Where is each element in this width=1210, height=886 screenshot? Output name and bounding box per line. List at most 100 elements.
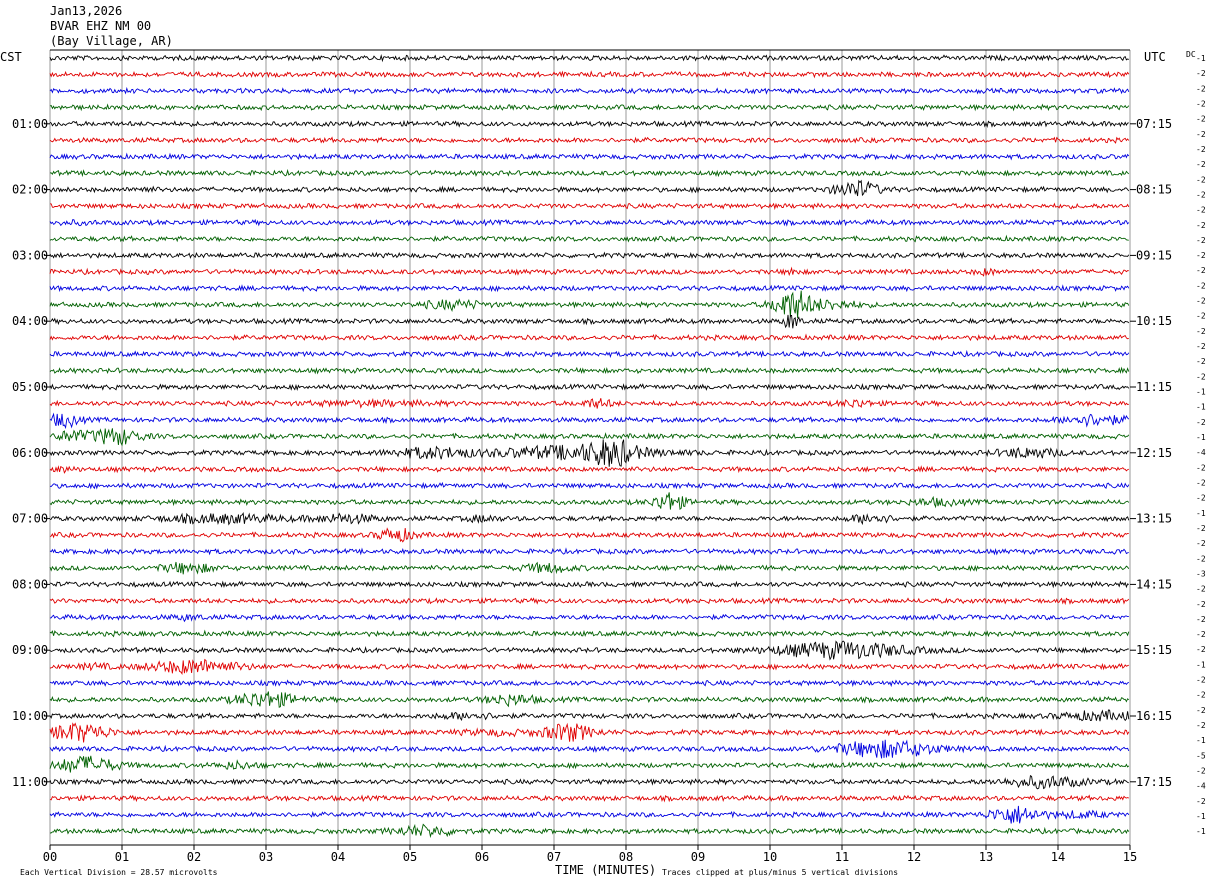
cst-hour-labels: 01:00 02:00 03:00 04:00 05:00 06:00 07:00 08:00… — [12, 117, 50, 789]
cst-hour-label: 05:00 — [12, 380, 48, 394]
dc-offset-label: -2 — [1196, 585, 1206, 594]
cst-hour-label: 04:00 — [12, 314, 48, 328]
dc-offset-label: -2 — [1196, 251, 1206, 260]
utc-hour-label: 14:15 — [1136, 577, 1172, 591]
trace-line — [49, 366, 1130, 375]
dc-offset-label: -2 — [1196, 554, 1206, 563]
utc-hour-label: 09:15 — [1136, 248, 1172, 262]
dc-offset-label: -2 — [1196, 494, 1206, 503]
trace-line — [49, 314, 1130, 329]
trace-line — [49, 218, 1130, 227]
trace-line — [49, 439, 1129, 467]
x-tick-label: 08 — [619, 850, 633, 864]
cst-hour-label: 08:00 — [12, 577, 48, 591]
dc-offset-label: -2 — [1196, 372, 1206, 381]
dc-offset-label: -2 — [1196, 160, 1206, 169]
trace-line — [49, 481, 1130, 490]
x-tick-label: 01 — [115, 850, 129, 864]
dc-offset-label: -2 — [1196, 69, 1206, 78]
dc-offset-label: -2 — [1196, 99, 1206, 108]
dc-offset-label: -2 — [1196, 297, 1206, 306]
dc-offset-label: -2 — [1196, 236, 1206, 245]
dc-offset-label: -2 — [1196, 342, 1206, 351]
trace-line — [49, 823, 1130, 839]
utc-hour-label: 15:15 — [1136, 643, 1172, 657]
left-timezone-label: CST — [0, 50, 22, 64]
x-tick-label: 10 — [763, 850, 777, 864]
utc-hour-label: 07:15 — [1136, 117, 1172, 131]
dc-offset-label: -1 — [1196, 433, 1206, 442]
x-tick-label: 06 — [475, 850, 489, 864]
dc-offset-label: -2 — [1196, 524, 1206, 533]
dc-offset-label: -1 — [1196, 812, 1206, 821]
seismic-traces — [49, 53, 1130, 839]
dc-offset-label: -2 — [1196, 312, 1206, 321]
cst-hour-label: 10:00 — [12, 709, 48, 723]
trace-line — [49, 774, 1129, 790]
dc-header-label: DC — [1186, 50, 1196, 59]
dc-offset-label: -2 — [1196, 630, 1206, 639]
trace-line — [49, 805, 1130, 824]
utc-hour-label: 16:15 — [1136, 709, 1172, 723]
dc-offset-label: -5 — [1196, 751, 1206, 760]
dc-offset-label: -2 — [1196, 190, 1206, 199]
x-tick-label: 12 — [907, 850, 921, 864]
right-timezone-label: UTC — [1144, 50, 1166, 64]
dc-offset-label: -2 — [1196, 418, 1206, 427]
trace-line — [49, 397, 1129, 409]
trace-line — [49, 70, 1130, 79]
cst-hour-label: 06:00 — [12, 446, 48, 460]
trace-line — [49, 596, 1130, 606]
dc-offset-label: -2 — [1196, 357, 1206, 366]
dc-offset-label: -2 — [1196, 691, 1206, 700]
dc-offset-label: -2 — [1196, 175, 1206, 184]
dc-offset-label: -3 — [1196, 569, 1206, 578]
trace-line — [49, 691, 1130, 708]
x-tick-label: 14 — [1051, 850, 1065, 864]
trace-line — [49, 512, 1130, 526]
x-tick-label: 09 — [691, 850, 705, 864]
dc-offset-label: -2 — [1196, 539, 1206, 548]
dc-offset-label: -1 — [1196, 388, 1206, 397]
utc-hour-label: 10:15 — [1136, 314, 1172, 328]
trace-line — [49, 755, 1130, 773]
dc-offset-label: -2 — [1196, 797, 1206, 806]
trace-line — [49, 739, 1130, 759]
dc-offset-label: -1 — [1196, 736, 1206, 745]
dc-offset-label: -2 — [1196, 600, 1206, 609]
dc-offset-label: -2 — [1196, 676, 1206, 685]
cst-hour-label: 03:00 — [12, 248, 48, 262]
dc-offset-label: -2 — [1196, 767, 1206, 776]
x-tick-label: 07 — [547, 850, 561, 864]
trace-line — [49, 561, 1130, 575]
utc-hour-labels: 07:15 08:15 09:15 10:15 11:15 12:15 13:15 14:15… — [1130, 117, 1172, 789]
utc-hour-label: 11:15 — [1136, 380, 1172, 394]
dc-offset-label: -2 — [1196, 706, 1206, 715]
utc-hour-label: 13:15 — [1136, 512, 1172, 526]
x-tick-label: 13 — [979, 850, 993, 864]
trace-line — [49, 234, 1129, 243]
dc-offset-label: -2 — [1196, 115, 1206, 124]
trace-line — [49, 640, 1129, 661]
trace-line — [49, 86, 1130, 95]
trace-line — [49, 709, 1130, 722]
dc-offset-label: -2 — [1196, 84, 1206, 93]
trace-line — [49, 266, 1129, 277]
x-tick-label: 05 — [403, 850, 417, 864]
x-tick-labels: 00 01 02 03 04 05 06 07 08 09 10 11 12 13 14 15 — [43, 850, 1137, 864]
dc-offset-label: -4 — [1196, 782, 1206, 791]
dc-offset-label: -2 — [1196, 615, 1206, 624]
trace-line — [49, 290, 1130, 319]
scale-footnote: Each Vertical Division = 28.57 microvolt… — [20, 868, 218, 877]
dc-offset-label: -1 — [1196, 827, 1206, 836]
x-tick-label: 04 — [331, 850, 345, 864]
x-tick-label: 03 — [259, 850, 273, 864]
trace-line — [49, 136, 1130, 144]
trace-line — [49, 629, 1130, 638]
clip-footnote: Traces clipped at plus/minus 5 vertical … — [662, 868, 898, 877]
helicorder-chart: 01:00 02:00 03:00 04:00 05:00 06:00 07:00 08:00… — [0, 49, 1206, 877]
cst-hour-label: 01:00 — [12, 117, 48, 131]
dc-offset-label: -2 — [1196, 721, 1206, 730]
trace-line — [49, 179, 1130, 197]
trace-line — [49, 412, 1130, 430]
